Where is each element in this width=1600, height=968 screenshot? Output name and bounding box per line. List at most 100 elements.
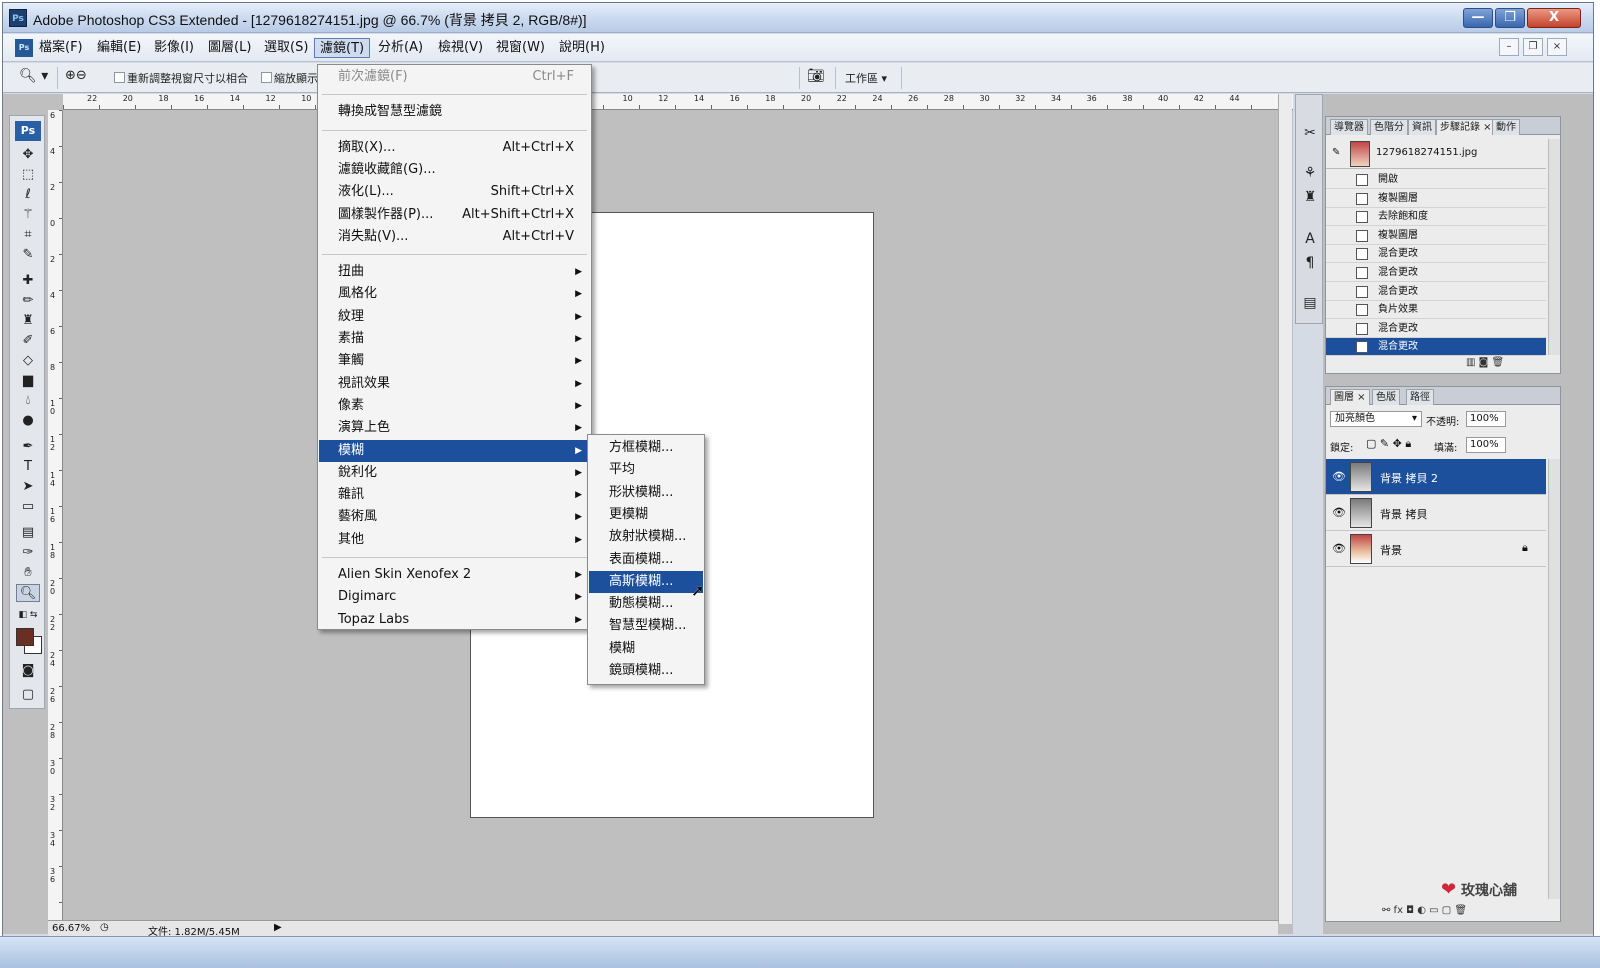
menu-view[interactable]: 檢視(V) — [433, 38, 488, 58]
tab-channels[interactable]: 色版 — [1372, 389, 1400, 405]
doc-restore-button[interactable]: ❐ — [1523, 38, 1543, 56]
filter-menu-item[interactable]: 視訊效果 ▶ — [319, 373, 590, 395]
shape-tool-icon[interactable]: ▭ — [16, 498, 40, 516]
tab-info[interactable]: 資訊 — [1408, 119, 1436, 135]
layers-scrollbar[interactable] — [1548, 459, 1560, 899]
paragraph-icon[interactable]: ¶ — [1300, 253, 1320, 273]
vertical-scrollbar[interactable] — [1278, 94, 1292, 924]
tab-paths[interactable]: 路徑 — [1406, 389, 1434, 405]
fill-field[interactable]: 100% — [1466, 437, 1506, 453]
crop-tool-icon[interactable]: ⌗ — [16, 226, 40, 244]
filter-menu-item[interactable]: 濾鏡收藏館(G)... — [319, 159, 590, 181]
filter-menu-item[interactable]: Digimarc ▶ — [319, 586, 590, 608]
brushes-icon[interactable]: ⚘ — [1300, 163, 1320, 183]
filter-menu-item[interactable]: 圖樣製作器(P)... Alt+Shift+Ctrl+X — [319, 204, 590, 226]
history-scrollbar[interactable] — [1548, 139, 1560, 355]
zoom-tool-button-icon[interactable]: 🔍︎ — [16, 584, 40, 602]
filter-menu-item[interactable]: 液化(L)... Shift+Ctrl+X — [319, 181, 590, 203]
layers-footer-icons[interactable]: ⚯ fx ◘ ◐ ▭ ▢ 🗑 — [1382, 905, 1467, 916]
blur-menu-item[interactable]: 更模糊 — [589, 504, 703, 526]
zoom-all-checkbox[interactable] — [261, 72, 272, 83]
maximize-button[interactable]: ❐ — [1495, 8, 1525, 28]
filter-menu-item[interactable]: 風格化 ▶ — [319, 283, 590, 305]
history-step[interactable]: 開啟 — [1326, 171, 1546, 189]
clone-source-icon[interactable]: ♜ — [1300, 187, 1320, 207]
history-step[interactable]: 混合更改 — [1326, 245, 1546, 264]
marquee-tool-icon[interactable]: ⬚ — [16, 166, 40, 184]
eyedropper-tool-icon[interactable]: ✑ — [16, 544, 40, 562]
type-tool-icon[interactable]: T — [16, 458, 40, 476]
layer-row[interactable]: 👁︎ 背景 🔒︎ — [1326, 531, 1546, 567]
menu-edit[interactable]: 編輯(E) — [92, 38, 146, 58]
blur-menu-item[interactable]: 方框模糊... — [589, 437, 703, 459]
zoom-tool-icon[interactable]: 🔍︎ ▾ — [19, 68, 48, 84]
slice-tool-icon[interactable]: ✎ — [16, 246, 40, 264]
menu-image[interactable]: 影像(I) — [149, 38, 199, 58]
tool-presets-icon[interactable]: ✂ — [1300, 123, 1320, 143]
notes-tool-icon[interactable]: ▤ — [16, 524, 40, 542]
eraser-tool-icon[interactable]: ◇ — [16, 352, 40, 370]
history-footer-icons[interactable]: ▥ ◙ 🗑 — [1466, 357, 1504, 368]
filter-menu-item[interactable]: 紋理 ▶ — [319, 306, 590, 328]
history-step[interactable]: 複製圖層 — [1326, 227, 1546, 245]
history-step[interactable]: 複製圖層 — [1326, 190, 1546, 208]
filter-menu-item[interactable]: 轉換成智慧型濾鏡 — [319, 101, 590, 123]
filter-menu-item[interactable]: 前次濾鏡(F) Ctrl+F — [319, 66, 590, 88]
document-icon[interactable]: Ps — [15, 39, 33, 57]
filter-menu-item[interactable]: 藝術風 ▶ — [319, 506, 590, 528]
visibility-eye-icon[interactable]: 👁︎ — [1332, 470, 1346, 483]
blur-menu-item[interactable]: 放射狀模糊... — [589, 526, 703, 548]
brush-tool-icon[interactable]: ✏ — [16, 292, 40, 310]
blur-menu-item[interactable]: 鏡頭模糊... — [589, 660, 703, 682]
filter-menu-item[interactable]: 演算上色 ▶ — [319, 417, 590, 439]
filter-menu-item[interactable]: 扭曲 ▶ — [319, 261, 590, 283]
filter-menu-item[interactable]: 筆觸 ▶ — [319, 350, 590, 372]
filter-menu-item[interactable]: Topaz Labs ▶ — [319, 609, 590, 631]
gradient-tool-icon[interactable]: ▆ — [16, 372, 40, 390]
zoom-in-out-icon[interactable]: ⊕⊖ — [65, 68, 87, 83]
zoom-level[interactable]: 66.67% — [52, 923, 90, 934]
tab-navigator[interactable]: 導覽器 — [1330, 119, 1368, 135]
history-step[interactable]: 混合更改 — [1326, 320, 1546, 338]
workspace-dropdown[interactable]: 工作區 ▾ — [845, 70, 887, 86]
blur-tool-icon[interactable]: 💧︎ — [16, 392, 40, 410]
foreground-color-swatch[interactable] — [16, 628, 34, 646]
history-brush-tool-icon[interactable]: ✐ — [16, 332, 40, 350]
filter-menu-item[interactable]: Alien Skin Xenofex 2 ▶ — [319, 564, 590, 586]
opacity-field[interactable]: 100% — [1466, 411, 1506, 427]
layer-comps-icon[interactable]: ▤ — [1300, 293, 1320, 313]
horizontal-ruler[interactable]: 2220181614121081012141618202224262830323… — [63, 94, 1293, 110]
path-selection-tool-icon[interactable]: ➤ — [16, 478, 40, 496]
filter-menu-item[interactable]: 摘取(X)... Alt+Ctrl+X — [319, 137, 590, 159]
hand-tool-icon[interactable]: ✋︎ — [16, 564, 40, 582]
tab-actions[interactable]: 動作 — [1492, 119, 1520, 135]
filter-menu-item[interactable]: 其他 ▶ — [319, 529, 590, 551]
menu-help[interactable]: 說明(H) — [554, 38, 610, 58]
blur-menu-item[interactable]: 形狀模糊... — [589, 482, 703, 504]
history-step[interactable]: 混合更改 — [1326, 283, 1546, 301]
visibility-eye-icon[interactable]: 👁︎ — [1332, 506, 1346, 519]
doc-minimize-button[interactable]: – — [1499, 38, 1519, 56]
blur-menu-item[interactable]: 模糊 — [589, 638, 703, 660]
dodge-tool-icon[interactable]: ● — [16, 412, 40, 430]
menu-filter[interactable]: 濾鏡(T) — [314, 38, 371, 58]
menu-analysis[interactable]: 分析(A) — [373, 38, 428, 58]
vertical-ruler[interactable]: 6 4 2 0 2 4 6 8 1 0 1 2 1 4 1 6 1 8 2 0 2 2 2 4 2 6 2 8 3 … — [48, 110, 63, 920]
menu-file[interactable]: 檔案(F) — [34, 38, 88, 58]
snapshot-brush-icon[interactable]: ✎ — [1332, 147, 1340, 158]
menu-window[interactable]: 視窗(W) — [491, 38, 550, 58]
minimize-button[interactable]: — — [1463, 8, 1493, 28]
close-button[interactable]: X — [1527, 8, 1581, 28]
doc-close-button[interactable]: × — [1547, 38, 1567, 56]
screen-mode-icon[interactable]: ▢ — [16, 686, 40, 704]
layer-row[interactable]: 👁︎ 背景 拷貝 2 — [1326, 459, 1546, 495]
filter-menu-item[interactable]: 模糊 ▶ — [319, 439, 590, 462]
blur-menu-item[interactable]: 動態模糊... — [589, 593, 703, 615]
blur-menu-item[interactable]: 平均 — [589, 459, 703, 481]
menu-select[interactable]: 選取(S) — [259, 38, 313, 58]
clone-stamp-tool-icon[interactable]: ♜ — [16, 312, 40, 330]
blend-mode-select[interactable]: 加亮顏色 ▾ — [1330, 411, 1422, 427]
blur-menu-item[interactable]: 表面模糊... — [589, 549, 703, 571]
lasso-tool-icon[interactable]: ℓ — [16, 186, 40, 204]
resize-windows-checkbox[interactable] — [114, 72, 125, 83]
